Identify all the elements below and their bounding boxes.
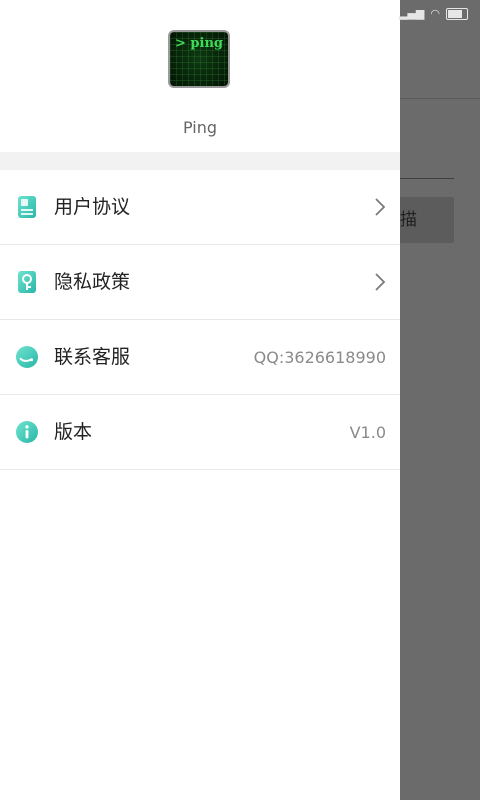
document-icon xyxy=(18,196,36,218)
drawer-section-divider xyxy=(0,152,400,170)
status-bar: ▂▄▆ ◠ xyxy=(0,0,480,30)
background-toolbar-divider xyxy=(400,98,480,99)
app-logo: > ping xyxy=(168,30,230,88)
menu-item-user-agreement[interactable]: 用户协议 xyxy=(0,170,400,245)
screen: 描 ▂▄▆ ◠ > ping Ping 用户协议 隐私政策 联系客服 QQ:36… xyxy=(0,0,480,800)
headset-icon xyxy=(16,346,38,368)
menu-item-label: 用户协议 xyxy=(54,196,131,218)
info-icon xyxy=(16,421,38,443)
chevron-right-icon xyxy=(375,273,386,291)
app-logo-text: > ping xyxy=(175,36,223,51)
app-name: Ping xyxy=(182,118,218,137)
battery-icon xyxy=(446,7,468,20)
background-input-underline xyxy=(400,178,454,179)
menu-item-label: 联系客服 xyxy=(54,346,131,368)
navigation-drawer: > ping Ping 用户协议 隐私政策 联系客服 QQ:3626618990… xyxy=(0,0,400,800)
menu-item-label: 版本 xyxy=(54,421,93,443)
menu-item-version[interactable]: 版本 V1.0 xyxy=(0,395,400,470)
status-icons: ▂▄▆ ◠ xyxy=(399,7,468,20)
menu-item-contact-support[interactable]: 联系客服 QQ:3626618990 xyxy=(0,320,400,395)
version-value: V1.0 xyxy=(349,423,386,442)
menu-item-label: 隐私政策 xyxy=(54,271,131,293)
wifi-icon: ◠ xyxy=(430,7,440,20)
drawer-menu: 用户协议 隐私政策 联系客服 QQ:3626618990 版本 V1.0 xyxy=(0,170,400,470)
signal-icon: ▂▄▆ xyxy=(399,7,425,20)
key-icon xyxy=(18,271,36,293)
menu-item-privacy-policy[interactable]: 隐私政策 xyxy=(0,245,400,320)
contact-qq-value: QQ:3626618990 xyxy=(253,348,386,367)
chevron-right-icon xyxy=(375,198,386,216)
